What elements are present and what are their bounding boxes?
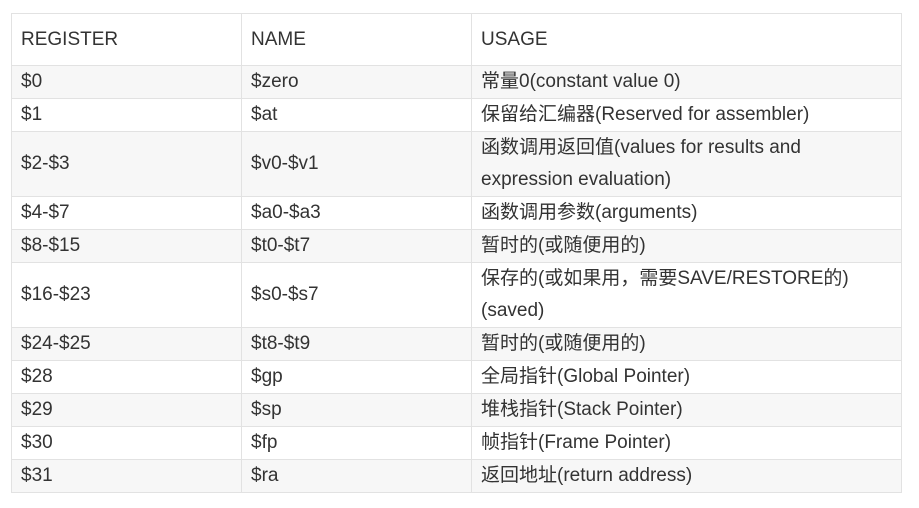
register-cell: $1 [11,98,242,132]
register-table: REGISTER NAME USAGE $0 $zero 常量0(constan… [11,13,902,493]
name-cell: $gp [241,360,472,394]
usage-cell: 函数调用返回值(values for results and expressio… [471,131,902,197]
table-row: $16-$23 $s0-$s7 保存的(或如果用，需要SAVE/RESTORE的… [11,262,902,328]
usage-cell: 暂时的(或随便用的) [471,327,902,361]
header-register: REGISTER [11,13,242,66]
header-name: NAME [241,13,472,66]
name-cell: $v0-$v1 [241,131,472,197]
usage-cell: 函数调用参数(arguments) [471,196,902,230]
table-row: $29 $sp 堆栈指针(Stack Pointer) [11,393,902,427]
table-row: $4-$7 $a0-$a3 函数调用参数(arguments) [11,196,902,230]
table-row: $24-$25 $t8-$t9 暂时的(或随便用的) [11,327,902,361]
header-usage: USAGE [471,13,902,66]
register-cell: $2-$3 [11,131,242,197]
usage-cell: 堆栈指针(Stack Pointer) [471,393,902,427]
name-cell: $s0-$s7 [241,262,472,328]
table-row: $8-$15 $t0-$t7 暂时的(或随便用的) [11,229,902,263]
register-cell: $8-$15 [11,229,242,263]
table-row: $2-$3 $v0-$v1 函数调用返回值(values for results… [11,131,902,197]
name-cell: $zero [241,65,472,99]
register-cell: $24-$25 [11,327,242,361]
register-cell: $28 [11,360,242,394]
register-cell: $0 [11,65,242,99]
name-cell: $at [241,98,472,132]
register-cell: $4-$7 [11,196,242,230]
table-header-row: REGISTER NAME USAGE [11,13,902,66]
usage-cell: 暂时的(或随便用的) [471,229,902,263]
register-cell: $30 [11,426,242,460]
table-row: $1 $at 保留给汇编器(Reserved for assembler) [11,98,902,132]
register-table-container: REGISTER NAME USAGE $0 $zero 常量0(constan… [11,13,902,493]
name-cell: $t8-$t9 [241,327,472,361]
register-cell: $31 [11,459,242,493]
table-row: $31 $ra 返回地址(return address) [11,459,902,493]
table-row: $28 $gp 全局指针(Global Pointer) [11,360,902,394]
usage-cell: 帧指针(Frame Pointer) [471,426,902,460]
name-cell: $t0-$t7 [241,229,472,263]
name-cell: $ra [241,459,472,493]
usage-cell: 保存的(或如果用，需要SAVE/RESTORE的)(saved) [471,262,902,328]
register-cell: $16-$23 [11,262,242,328]
name-cell: $a0-$a3 [241,196,472,230]
usage-cell: 全局指针(Global Pointer) [471,360,902,394]
usage-cell: 返回地址(return address) [471,459,902,493]
table-row: $30 $fp 帧指针(Frame Pointer) [11,426,902,460]
usage-cell: 常量0(constant value 0) [471,65,902,99]
name-cell: $fp [241,426,472,460]
name-cell: $sp [241,393,472,427]
table-row: $0 $zero 常量0(constant value 0) [11,65,902,99]
register-cell: $29 [11,393,242,427]
usage-cell: 保留给汇编器(Reserved for assembler) [471,98,902,132]
